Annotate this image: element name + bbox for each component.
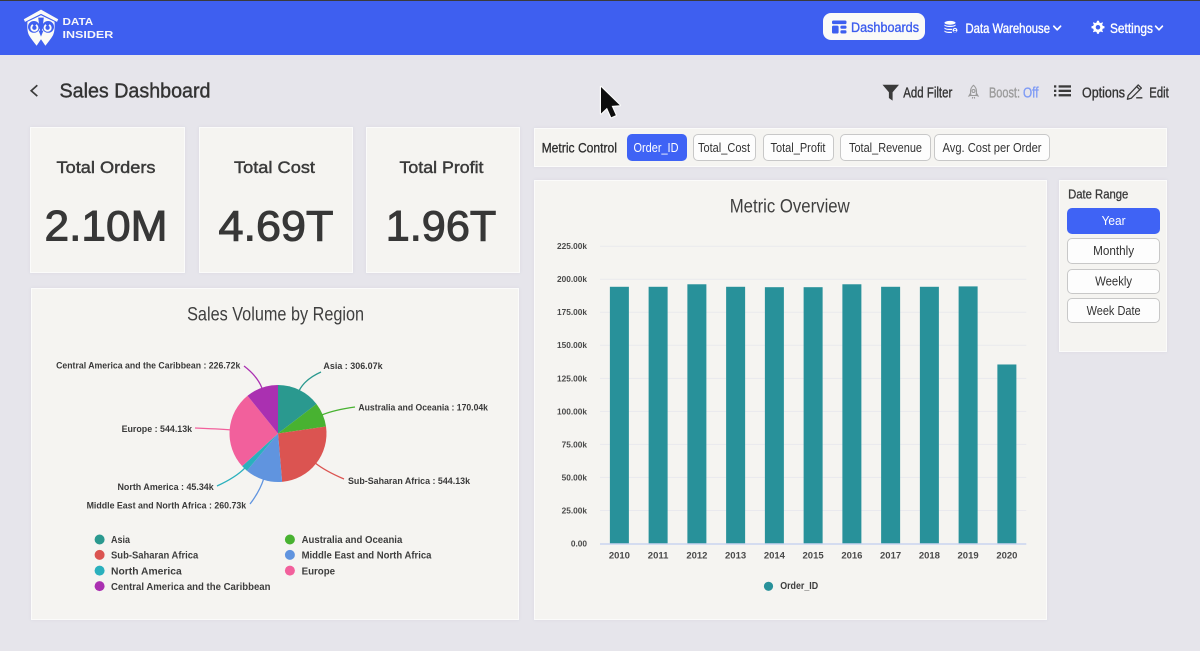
svg-text:2016: 2016	[841, 550, 862, 561]
svg-text:50.00k: 50.00k	[562, 472, 588, 482]
svg-text:Year: Year	[1102, 214, 1126, 228]
svg-text:2014: 2014	[764, 550, 786, 561]
svg-text:INSIDER: INSIDER	[63, 29, 114, 41]
svg-text:Middle East and North Africa :: Middle East and North Africa : 260.73k	[87, 501, 247, 512]
svg-text:Weekly: Weekly	[1095, 275, 1133, 289]
svg-text:Order_ID: Order_ID	[634, 140, 679, 155]
svg-text:2018: 2018	[919, 550, 940, 561]
svg-text:Central America and the Caribb: Central America and the Caribbean	[111, 581, 271, 593]
svg-text:175.00k: 175.00k	[557, 307, 587, 317]
svg-text:Sub-Saharan Africa: Sub-Saharan Africa	[111, 550, 198, 562]
svg-text:200.00k: 200.00k	[557, 274, 587, 284]
svg-text:2.10M: 2.10M	[45, 203, 168, 250]
svg-text:Total_Revenue: Total_Revenue	[849, 140, 922, 155]
svg-text:Asia : 306.07k: Asia : 306.07k	[323, 361, 383, 372]
svg-text:Asia: Asia	[111, 534, 130, 546]
svg-text:2010: 2010	[609, 550, 630, 561]
svg-text:225.00k: 225.00k	[557, 241, 587, 251]
svg-text:2017: 2017	[880, 550, 901, 561]
svg-text:Total Profit: Total Profit	[400, 158, 484, 177]
svg-text:Edit: Edit	[1149, 85, 1169, 101]
svg-text:Add Filter: Add Filter	[903, 85, 952, 101]
svg-text:Options: Options	[1082, 85, 1125, 101]
svg-text:Avg. Cost per Order: Avg. Cost per Order	[943, 140, 1042, 155]
svg-text:Middle East and North Africa: Middle East and North Africa	[302, 550, 432, 562]
svg-text:Europe : 544.13k: Europe : 544.13k	[122, 424, 193, 435]
svg-text:2012: 2012	[686, 550, 707, 561]
svg-text:Data Warehouse: Data Warehouse	[966, 20, 1051, 36]
svg-text:Sub-Saharan Africa : 544.13k: Sub-Saharan Africa : 544.13k	[348, 476, 471, 487]
svg-text:2019: 2019	[958, 550, 979, 561]
svg-text:Monthly: Monthly	[1093, 244, 1135, 258]
svg-text:2015: 2015	[803, 550, 825, 561]
svg-text:Dashboards: Dashboards	[851, 20, 919, 35]
svg-text:Central America and the Caribb: Central America and the Caribbean : 226.…	[56, 361, 241, 372]
svg-text:Week Date: Week Date	[1087, 304, 1141, 318]
svg-text:Metric Control: Metric Control	[542, 140, 617, 156]
svg-text:Order_ID: Order_ID	[780, 581, 818, 592]
svg-text:4.69T: 4.69T	[219, 203, 334, 250]
svg-text:75.00k: 75.00k	[562, 439, 588, 449]
svg-text:125.00k: 125.00k	[557, 373, 587, 383]
svg-text:Date Range: Date Range	[1068, 188, 1128, 202]
svg-text:Boost:: Boost:	[989, 85, 1020, 101]
svg-text:150.00k: 150.00k	[557, 340, 587, 350]
svg-text:Off: Off	[1023, 85, 1039, 101]
svg-text:Australia and Oceania: Australia and Oceania	[302, 534, 403, 546]
svg-text:100.00k: 100.00k	[557, 406, 587, 416]
svg-text:2020: 2020	[996, 550, 1017, 561]
svg-text:DATA: DATA	[63, 16, 94, 28]
svg-text:Sales Volume by Region: Sales Volume by Region	[187, 305, 364, 326]
svg-text:2011: 2011	[648, 550, 669, 561]
svg-text:Europe: Europe	[302, 565, 336, 577]
svg-text:Settings: Settings	[1110, 20, 1153, 36]
svg-text:Total Orders: Total Orders	[57, 158, 156, 177]
svg-text:2013: 2013	[725, 550, 746, 561]
svg-text:Metric Overview: Metric Overview	[730, 197, 850, 218]
svg-text:North America: North America	[111, 565, 182, 577]
svg-text:0.00: 0.00	[571, 538, 588, 548]
svg-text:Total_Profit: Total_Profit	[771, 140, 826, 155]
svg-text:Sales Dashboard: Sales Dashboard	[60, 80, 211, 103]
svg-text:North America : 45.34k: North America : 45.34k	[118, 482, 215, 493]
svg-text:Australia and Oceania : 170.04: Australia and Oceania : 170.04k	[358, 403, 488, 414]
svg-text:Total Cost: Total Cost	[234, 158, 315, 177]
svg-text:Total_Cost: Total_Cost	[698, 140, 750, 155]
svg-text:1.96T: 1.96T	[386, 203, 497, 250]
svg-text:25.00k: 25.00k	[562, 505, 588, 515]
